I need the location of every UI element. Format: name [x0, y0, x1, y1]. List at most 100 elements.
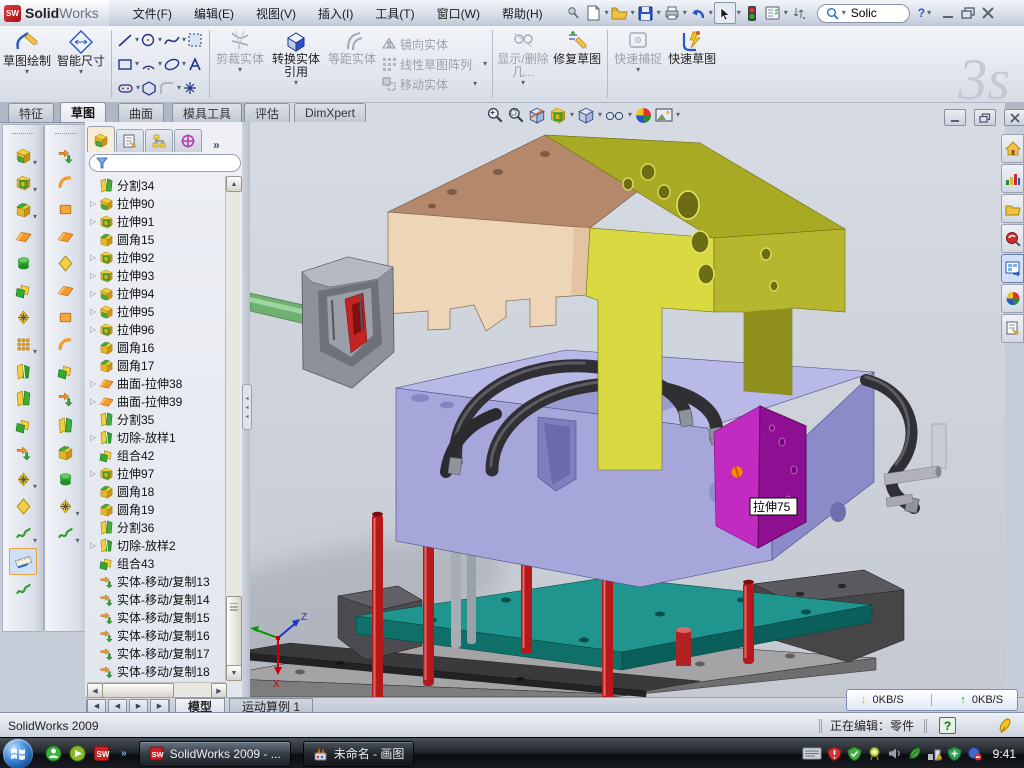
tree-item[interactable]: ▷拉伸90: [85, 194, 226, 212]
tree-item[interactable]: ▷曲面-拉伸38: [85, 374, 226, 392]
toolbar-button[interactable]: [10, 224, 36, 249]
tray-leaf-icon[interactable]: [907, 746, 922, 761]
caret-icon[interactable]: ▾: [182, 60, 186, 68]
caret-icon[interactable]: ▾: [158, 36, 162, 44]
selection-box-icon[interactable]: [187, 32, 204, 49]
menu-window[interactable]: 窗口(W): [427, 2, 490, 25]
menu-file[interactable]: 文件(F): [123, 2, 182, 25]
caret-icon[interactable]: ▾: [570, 111, 574, 119]
tab-solidworks-resources[interactable]: [1001, 134, 1024, 163]
options-icon[interactable]: [763, 3, 783, 23]
tab-property-manager[interactable]: [116, 129, 144, 152]
language-bar-icon[interactable]: [802, 747, 822, 760]
taskbar-item-solidworks[interactable]: SW SolidWorks 2009 - ...: [139, 741, 291, 767]
tree-item[interactable]: ▷拉伸96: [85, 320, 226, 338]
close-icon[interactable]: [981, 7, 995, 19]
caret-icon[interactable]: ▾: [158, 60, 162, 68]
caret-icon[interactable]: ▾: [521, 79, 525, 87]
tree-item[interactable]: ▷拉伸91: [85, 212, 226, 230]
tray-security-alert-icon[interactable]: [827, 746, 842, 761]
quick-snaps-button[interactable]: 快速捕捉 ▾: [611, 26, 665, 102]
zoom-fit-icon[interactable]: [486, 106, 504, 124]
tab-nav-next-icon[interactable]: ▶: [129, 699, 148, 713]
solidworks-launcher-icon[interactable]: SW: [93, 745, 110, 762]
linear-pattern-button[interactable]: 线性草图阵列 ▾: [379, 54, 489, 74]
overflow-icon[interactable]: [789, 3, 809, 23]
toolbar-button[interactable]: [10, 386, 36, 411]
tab-dimxpert[interactable]: DimXpert: [294, 103, 366, 122]
tray-volume-icon[interactable]: [887, 746, 902, 761]
repair-sketch-button[interactable]: 修复草图: [550, 26, 604, 102]
tree-item[interactable]: 分割36: [85, 518, 226, 536]
toolbar-button[interactable]: ▾: [10, 332, 36, 357]
sketch-button[interactable]: 草图绘制 ▾: [0, 26, 54, 102]
tree-item[interactable]: ▷拉伸92: [85, 248, 226, 266]
toolbar-button[interactable]: [53, 413, 79, 438]
display-style-icon[interactable]: [577, 106, 595, 124]
rapid-sketch-button[interactable]: 快速草图: [665, 26, 719, 102]
status-help-icon[interactable]: ?: [939, 717, 956, 734]
toolbar-button[interactable]: [53, 332, 79, 357]
toolbar-button[interactable]: [10, 440, 36, 465]
sketch-fillet-icon[interactable]: [159, 80, 176, 97]
tab-motion-study[interactable]: 运动算例 1: [229, 698, 313, 713]
toolbar-button[interactable]: [53, 467, 79, 492]
tab-dimxpert-manager[interactable]: [174, 129, 202, 152]
caret-icon[interactable]: ▾: [135, 36, 139, 44]
doc-minimize-icon[interactable]: [944, 109, 966, 126]
arc-tool-icon[interactable]: [140, 56, 157, 73]
messenger-icon[interactable]: [45, 745, 62, 762]
print-icon[interactable]: [662, 3, 682, 23]
media-player-icon[interactable]: [69, 745, 86, 762]
measure-button-pressed[interactable]: [9, 548, 37, 575]
offset-entities-button[interactable]: 等距实体: [325, 26, 379, 102]
splitter-handle[interactable]: ◂◂◂: [242, 384, 252, 430]
appearances-icon[interactable]: [635, 107, 652, 124]
tree-item[interactable]: 实体-移动/复制16: [85, 626, 226, 644]
tree-item[interactable]: 圆角17: [85, 356, 226, 374]
caret-icon[interactable]: ▾: [784, 9, 788, 17]
tab-sketch[interactable]: 草图: [60, 102, 106, 122]
toolbar-button[interactable]: [53, 305, 79, 330]
scroll-left-icon[interactable]: ◀: [87, 683, 103, 698]
select-tool-icon[interactable]: [714, 2, 736, 24]
hide-show-items-icon[interactable]: [605, 107, 625, 123]
toolbar-button[interactable]: [53, 359, 79, 384]
tray-shield-plus-icon[interactable]: [947, 746, 962, 761]
slot-tool-icon[interactable]: [117, 80, 135, 97]
rectangle-tool-icon[interactable]: [117, 56, 134, 73]
tab-custom-properties[interactable]: [1001, 314, 1024, 343]
toolbar-button[interactable]: [10, 305, 36, 330]
tree-item[interactable]: 组合42: [85, 446, 226, 464]
toolbar-button[interactable]: ▾: [10, 197, 36, 222]
caret-icon[interactable]: ▾: [605, 9, 609, 17]
tree-item[interactable]: ▷曲面-拉伸39: [85, 392, 226, 410]
tree-item[interactable]: 圆角19: [85, 500, 226, 518]
menu-edit[interactable]: 编辑(E): [184, 2, 244, 25]
tab-nav-first-icon[interactable]: ◀: [86, 699, 106, 713]
tree-item[interactable]: 实体-移动/复制17: [85, 644, 226, 662]
tree-item[interactable]: 组合43: [85, 554, 226, 572]
help-button[interactable]: ?: [918, 6, 925, 20]
doc-restore-icon[interactable]: [974, 109, 996, 126]
smart-dimension-button[interactable]: 智能尺寸 ▾: [54, 26, 108, 102]
scroll-down-icon[interactable]: ▼: [226, 665, 242, 681]
spline-tool-icon[interactable]: [163, 32, 181, 49]
caret-icon[interactable]: ▾: [636, 66, 640, 74]
minimize-icon[interactable]: [941, 7, 955, 19]
open-document-icon[interactable]: [610, 3, 630, 23]
tab-design-library[interactable]: [1001, 164, 1024, 193]
caret-icon[interactable]: ▾: [473, 80, 477, 88]
display-delete-relations-button[interactable]: 显示/删除几... ▾: [496, 26, 550, 102]
tree-item[interactable]: 圆角15: [85, 230, 226, 248]
taskbar-item-paint[interactable]: 未命名 - 画图: [303, 741, 415, 767]
tab-model[interactable]: 模型: [175, 698, 225, 713]
menu-help[interactable]: 帮助(H): [492, 2, 553, 25]
tree-item[interactable]: 实体-移动/复制15: [85, 608, 226, 626]
tray-network-warning-icon[interactable]: [927, 746, 942, 761]
tree-item[interactable]: 实体-移动/复制18: [85, 662, 226, 680]
menu-view[interactable]: 视图(V): [246, 2, 306, 25]
toolbar-button[interactable]: ▾: [10, 521, 36, 546]
view-orientation-icon[interactable]: [549, 106, 567, 124]
point-tool-icon[interactable]: [182, 80, 198, 96]
